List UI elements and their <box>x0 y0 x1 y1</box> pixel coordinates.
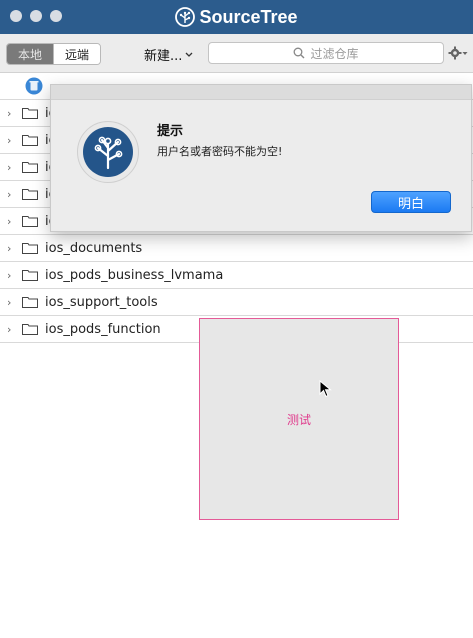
disclosure-chevron-icon[interactable]: › <box>7 188 17 201</box>
test-panel-label: 测试 <box>286 412 311 427</box>
new-button-label: 新建... <box>144 49 183 64</box>
app-name: SourceTree <box>199 6 298 27</box>
title-bar: SourceTree <box>0 0 473 34</box>
tab-remote[interactable]: 远端 <box>53 44 100 64</box>
chevron-down-icon <box>462 51 468 55</box>
dialog-title: 提示 <box>157 124 184 139</box>
search-icon <box>294 47 305 59</box>
test-panel[interactable]: 测试 <box>199 318 399 520</box>
mouse-cursor-icon <box>319 380 332 398</box>
list-item[interactable]: › ios_pods_business_lvmama <box>0 262 473 289</box>
folder-icon <box>22 135 38 146</box>
tab-local[interactable]: 本地 <box>7 44 53 64</box>
folder-icon <box>22 243 38 254</box>
repo-name: ios_pods_business_lvmama <box>45 267 224 283</box>
repo-name: ios_documents <box>45 240 143 256</box>
search-placeholder: 过滤仓库 <box>310 46 359 61</box>
repo-name: ios_support_tools <box>45 294 158 310</box>
disclosure-chevron-icon[interactable]: › <box>7 107 17 120</box>
disclosure-chevron-icon[interactable]: › <box>7 323 17 336</box>
list-item[interactable]: › ios_support_tools <box>0 289 473 316</box>
disclosure-chevron-icon[interactable]: › <box>7 134 17 147</box>
disclosure-chevron-icon[interactable]: › <box>7 215 17 228</box>
folder-icon <box>22 324 38 335</box>
settings-menu-button[interactable] <box>448 45 470 61</box>
gear-icon <box>448 46 462 60</box>
toolbar: 本地 远端 新建... 过滤仓库 <box>0 34 473 73</box>
chevron-down-icon <box>185 52 193 57</box>
local-remote-segmented-control: 本地 远端 <box>6 43 101 65</box>
disclosure-chevron-icon[interactable]: › <box>7 269 17 282</box>
folder-icon <box>22 270 38 281</box>
folder-icon <box>22 216 38 227</box>
new-button[interactable]: 新建... <box>144 45 193 64</box>
disclosure-chevron-icon[interactable]: › <box>7 161 17 174</box>
alert-dialog: 提示 用户名或者密码不能为空! 明白 <box>50 84 472 232</box>
folder-icon <box>22 189 38 200</box>
ok-button[interactable]: 明白 <box>371 191 451 213</box>
folder-icon <box>22 162 38 173</box>
repo-name: ios_pods_function <box>45 321 161 337</box>
dialog-message: 用户名或者密码不能为空! <box>157 145 283 158</box>
disclosure-chevron-icon[interactable]: › <box>7 296 17 309</box>
trash-icon[interactable] <box>25 77 43 95</box>
folder-icon <box>22 108 38 119</box>
sourcetree-app-icon <box>77 121 139 183</box>
search-field[interactable]: 过滤仓库 <box>208 42 444 64</box>
disclosure-chevron-icon[interactable]: › <box>7 242 17 255</box>
sourcetree-logo-icon <box>83 127 133 177</box>
window-title: SourceTree <box>0 0 473 34</box>
list-item[interactable]: › ios_documents <box>0 235 473 262</box>
dialog-header-strip <box>51 85 471 100</box>
sourcetree-logo-icon <box>175 7 196 27</box>
folder-icon <box>22 297 38 308</box>
